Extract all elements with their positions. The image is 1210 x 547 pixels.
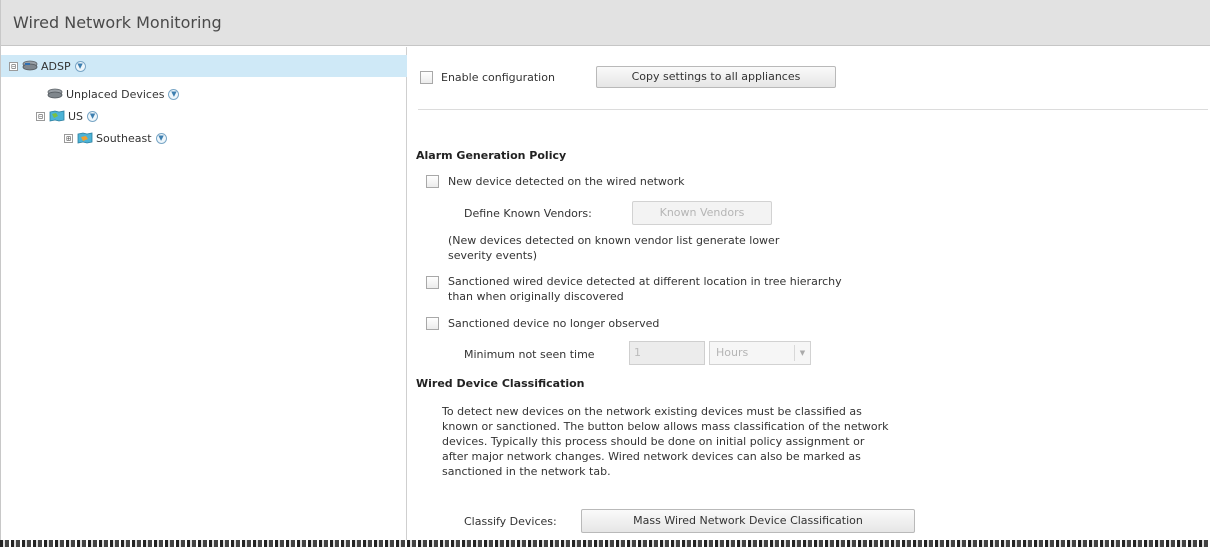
app-window: Wired Network Monitoring ⊟ ADSP ▼ Unplac… [0,0,1210,540]
sanctioned-not-observed-checkbox[interactable] [426,317,439,330]
title-bar: Wired Network Monitoring [1,0,1210,46]
enable-configuration-label: Enable configuration [441,71,555,84]
classification-line: sanctioned in the network tab. [442,465,611,478]
sanctioned-not-observed-label: Sanctioned device no longer observed [448,317,660,330]
new-device-checkbox[interactable] [426,175,439,188]
chevron-down-icon[interactable]: ▼ [168,88,180,100]
define-known-vendors-label: Define Known Vendors: [464,207,592,220]
mass-classification-button[interactable]: Mass Wired Network Device Classification [581,509,915,533]
region-map-icon [77,132,93,144]
copy-settings-button[interactable]: Copy settings to all appliances [596,66,836,88]
classification-line: To detect new devices on the network exi… [442,405,862,418]
chevron-down-icon[interactable]: ▼ [155,132,167,144]
collapse-icon[interactable]: ⊟ [9,61,18,71]
tree-node-adsp[interactable]: ⊟ ADSP ▼ [1,55,407,77]
classification-heading: Wired Device Classification [416,377,585,390]
tree-node-us[interactable]: ⊟ US ▼ [1,105,99,127]
classification-line: devices. Typically this process should b… [442,435,865,448]
classify-devices-label: Classify Devices: [464,515,557,528]
classification-line: after major network changes. Wired netwo… [442,450,861,463]
sanctioned-location-label-2: than when originally discovered [448,290,624,303]
chevron-down-icon: ▼ [794,345,810,361]
cropped-edge-strip [0,540,1210,547]
tree-node-label: Southeast [96,131,152,145]
collapse-icon[interactable]: ⊟ [36,111,45,121]
enable-configuration-checkbox[interactable] [420,71,433,84]
vendor-note-line-2: severity events) [448,249,538,262]
minimum-not-seen-input[interactable]: 1 [629,341,705,365]
region-map-icon [49,110,65,122]
divider [418,109,1208,110]
vendor-note-line-1: (New devices detected on known vendor li… [448,234,780,247]
tree-node-label: US [68,109,84,123]
tree-node-unplaced-devices[interactable]: Unplaced Devices ▼ [1,83,180,105]
expand-icon[interactable]: ⊞ [64,133,73,143]
time-unit-value: Hours [716,346,749,359]
tree-node-label: Unplaced Devices [66,87,165,101]
sanctioned-location-checkbox[interactable] [426,276,439,289]
classification-description: To detect new devices on the network exi… [442,404,1142,479]
classification-line: known or sanctioned. The button below al… [442,420,889,433]
new-device-label: New device detected on the wired network [448,175,685,188]
tree-node-southeast[interactable]: ⊞ Southeast ▼ [1,127,167,149]
server-stack-icon [22,60,38,72]
policy-settings-panel: Enable configuration Copy settings to al… [408,47,1210,540]
tree-node-label: ADSP [41,59,71,73]
minimum-not-seen-label: Minimum not seen time [464,348,595,361]
chevron-down-icon[interactable]: ▼ [74,60,86,72]
sanctioned-location-label-1: Sanctioned wired device detected at diff… [448,275,842,288]
window-title: Wired Network Monitoring [13,13,222,32]
chevron-down-icon[interactable]: ▼ [87,110,99,122]
location-tree: ⊟ ADSP ▼ Unplaced Devices ▼ ⊟ US ▼ ⊞ Sou… [1,47,407,540]
time-unit-select[interactable]: Hours ▼ [709,341,811,365]
known-vendors-button[interactable]: Known Vendors [632,201,772,225]
alarm-policy-heading: Alarm Generation Policy [416,149,567,162]
server-stack-icon [47,88,63,100]
